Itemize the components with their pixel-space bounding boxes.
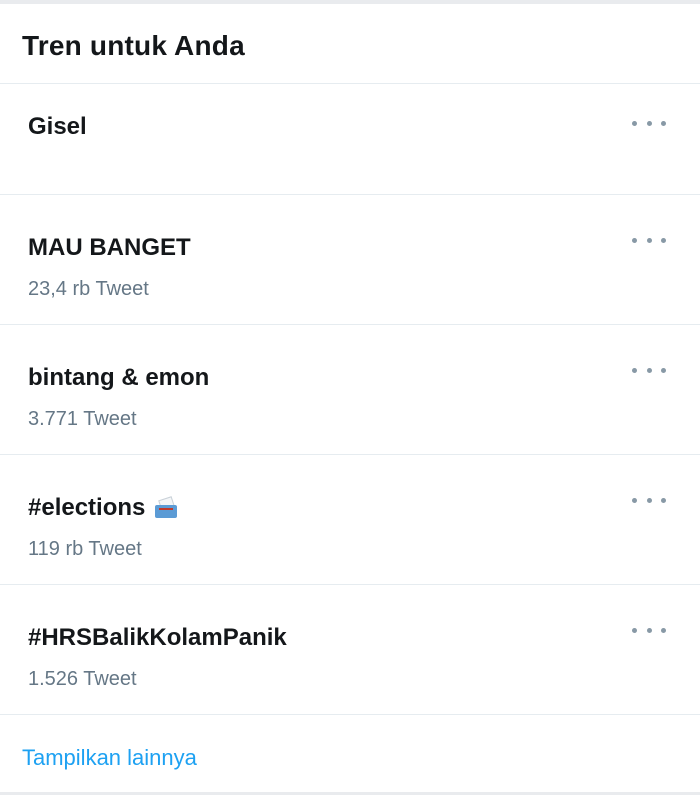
trend-list: Gisel MAU BANGET 23,4 rb Tweet bintang &… <box>0 84 700 715</box>
more-options-button[interactable] <box>632 491 666 509</box>
trend-tweet-count: 23,4 rb Tweet <box>28 278 149 300</box>
more-dot <box>646 237 652 243</box>
trend-name: MAU BANGET <box>28 233 700 263</box>
more-dot <box>632 497 637 503</box>
more-dot <box>661 367 666 373</box>
trend-name: #HRSBalikKolamPanik <box>28 623 700 653</box>
trend-item-elections[interactable]: #elections 119 rb Tweet <box>0 455 700 585</box>
trend-item-gisel[interactable]: Gisel <box>0 84 700 195</box>
trend-name-text: #elections <box>28 494 146 521</box>
more-dot <box>632 367 637 373</box>
show-more-link[interactable]: Tampilkan lainnya <box>22 745 197 770</box>
trend-name: #elections <box>28 493 700 523</box>
trend-item-hrsbalikkolampanik[interactable]: #HRSBalikKolamPanik 1.526 Tweet <box>0 585 700 715</box>
trend-name: bintang & emon <box>28 363 700 393</box>
more-options-button[interactable] <box>632 231 666 249</box>
trends-panel: Tren untuk Anda Gisel MAU BANGET 23,4 rb… <box>0 4 700 792</box>
more-dot <box>632 237 637 243</box>
trends-header: Tren untuk Anda <box>0 4 700 84</box>
trend-tweet-count: 3.771 Tweet <box>28 408 137 430</box>
more-dot <box>632 627 637 633</box>
trend-item-bintang-emon[interactable]: bintang & emon 3.771 Tweet <box>0 325 700 455</box>
trend-name: Gisel <box>28 112 700 142</box>
more-dot <box>646 120 652 126</box>
trend-tweet-count: 1.526 Tweet <box>28 668 137 690</box>
more-dot <box>661 237 666 243</box>
more-dot <box>646 367 652 373</box>
more-options-button[interactable] <box>632 621 666 639</box>
show-more-row: Tampilkan lainnya <box>0 715 700 795</box>
more-dot <box>661 627 666 633</box>
trends-title: Tren untuk Anda <box>22 30 245 61</box>
more-dot <box>646 497 652 503</box>
trend-tweet-count: 119 rb Tweet <box>28 538 142 560</box>
trend-name-text: Gisel <box>28 113 87 140</box>
more-options-button[interactable] <box>632 114 666 132</box>
more-dot <box>646 627 652 633</box>
more-options-button[interactable] <box>632 361 666 379</box>
more-dot <box>661 120 666 126</box>
more-dot <box>632 120 637 126</box>
trend-name-text: #HRSBalikKolamPanik <box>28 624 287 651</box>
trend-name-text: MAU BANGET <box>28 234 191 261</box>
more-dot <box>661 497 666 503</box>
trend-item-mau-banget[interactable]: MAU BANGET 23,4 rb Tweet <box>0 195 700 325</box>
ballot-box-icon <box>153 496 179 519</box>
trend-name-text: bintang & emon <box>28 364 210 391</box>
